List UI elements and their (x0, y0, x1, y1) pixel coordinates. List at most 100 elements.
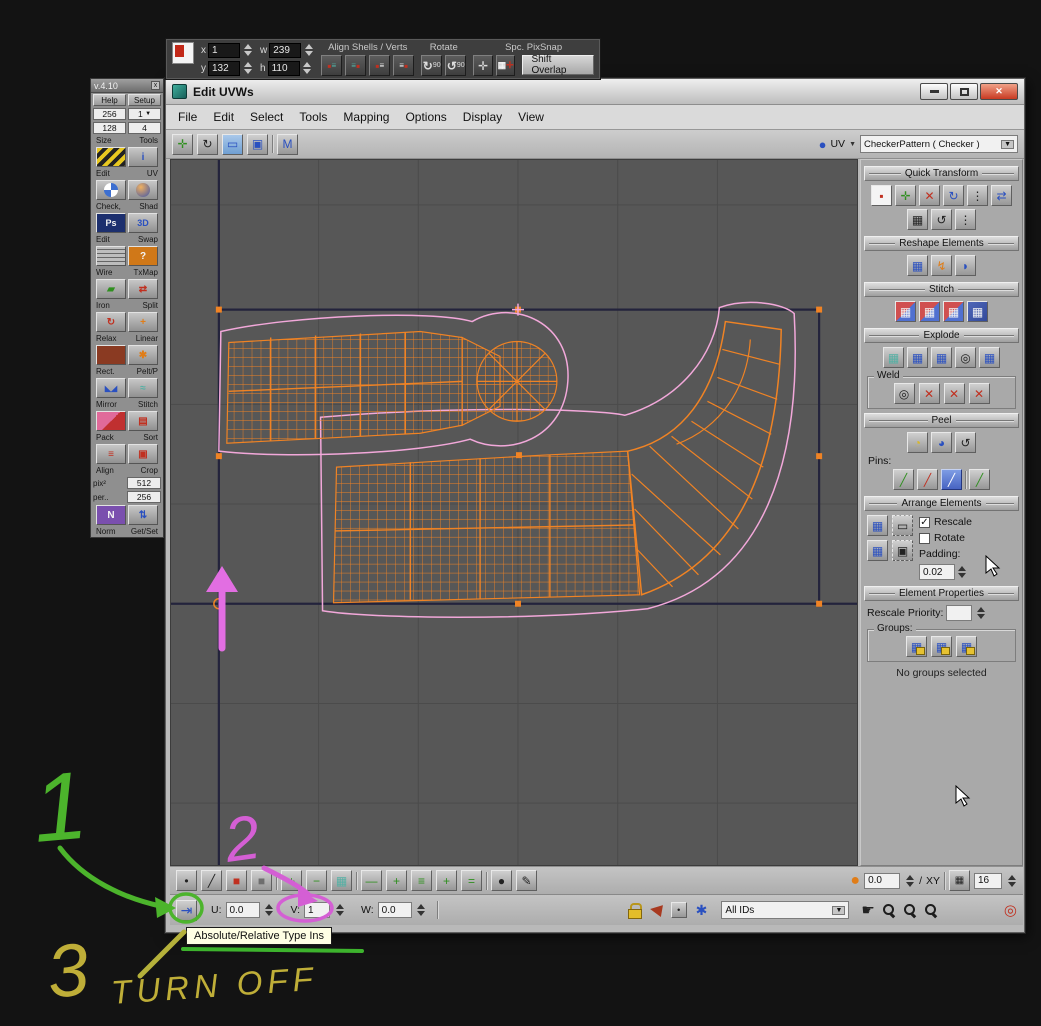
smooth-button[interactable]: ◗ (955, 255, 976, 276)
minimize-button[interactable] (920, 83, 948, 100)
stitch-average-button[interactable]: ▦ (919, 301, 940, 322)
padding-spinner[interactable] (956, 564, 967, 580)
window-titlebar[interactable]: Edit UVWs ✕ (166, 79, 1024, 105)
size-menu[interactable]: Size (96, 136, 112, 145)
tools-menu[interactable]: Tools (139, 136, 158, 145)
zoom-region-icon[interactable] (903, 903, 917, 917)
w-field[interactable]: 239 (269, 42, 302, 58)
info-icon[interactable]: i (128, 147, 158, 167)
shaded-sphere-icon[interactable] (128, 180, 158, 200)
uv-3d-swap-icon[interactable]: 3D (128, 213, 158, 233)
pin-clear-button[interactable]: ╱ (969, 469, 990, 490)
v-field[interactable]: 1 (304, 902, 331, 918)
close-button[interactable]: ✕ (980, 83, 1018, 100)
falloff-equal-button[interactable]: = (461, 870, 482, 891)
qt-box-button[interactable]: ▦ (907, 209, 928, 230)
stitch-target-button[interactable]: ▦ (967, 301, 988, 322)
section-header-reshape-elements[interactable]: Reshape Elements (864, 236, 1019, 251)
pack-region-button[interactable]: ▭ (892, 515, 913, 536)
rescale-priority-field[interactable] (946, 605, 973, 621)
group-delete-button[interactable]: ▦ (956, 636, 977, 657)
section-header-peel[interactable]: Peel (864, 413, 1019, 428)
weld-selected-button[interactable]: ✕ (918, 383, 940, 404)
pin-tool-button[interactable]: ╱ (941, 469, 962, 490)
mirror-tool-button[interactable]: M (277, 133, 298, 155)
rotate-ccw-90-button[interactable]: ↺ 90 (445, 55, 467, 76)
iron-icon[interactable]: ▰ (96, 279, 126, 299)
get-set-icon[interactable]: ⇅ (128, 505, 158, 525)
section-header-arrange-elements[interactable]: Arrange Elements (864, 496, 1019, 511)
uv-channel-dropdown-arrow[interactable]: ▼ (849, 141, 856, 148)
group-select-button[interactable]: ▦ (931, 636, 952, 657)
edge-mode-button[interactable]: ╱ (201, 870, 222, 891)
pin-filter-button[interactable]: • (670, 902, 687, 918)
explode-faces-button[interactable]: ▦ (979, 347, 1000, 368)
qt-align-h-button[interactable]: ⇄ (991, 185, 1012, 206)
stitch-custom-button[interactable]: ▦ (895, 301, 916, 322)
align-shells-left-button[interactable]: ▪ ≡ (321, 55, 343, 76)
w-spinner[interactable] (416, 902, 427, 918)
normal-map-icon[interactable]: N (96, 505, 126, 525)
horn-icon[interactable] (648, 903, 663, 917)
h-spinner[interactable] (302, 60, 313, 76)
w-field[interactable]: 0.0 (377, 902, 412, 918)
freeform-tool-button[interactable]: ▣ (247, 133, 268, 155)
menu-select[interactable]: Select (242, 107, 291, 127)
face-mode-button[interactable]: ■ (226, 870, 247, 891)
pack-full-button[interactable]: ▣ (892, 540, 913, 561)
lock-selection-icon[interactable] (627, 903, 642, 919)
pack-icon[interactable] (96, 411, 126, 431)
zoom-extents-icon[interactable] (924, 903, 938, 917)
uv-canvas[interactable] (170, 159, 858, 866)
pixsnap-spacing-button[interactable]: ✛ (473, 55, 493, 76)
falloff-curve-button[interactable]: ≡ (411, 870, 432, 891)
shift-overlap-button[interactable]: Shift Overlap (522, 54, 595, 76)
x-field[interactable]: 1 (208, 42, 240, 58)
mirror-icon[interactable]: ◣◢ (96, 378, 126, 398)
pivot-button[interactable]: ▪ (871, 185, 892, 206)
flatten-by-id-button[interactable]: ▦ (907, 347, 928, 368)
menu-options[interactable]: Options (397, 107, 454, 127)
menu-mapping[interactable]: Mapping (335, 107, 397, 127)
target-weld-button[interactable]: ◎ (893, 383, 915, 404)
material-id-dropdown[interactable]: All IDs ▼ (721, 901, 850, 919)
maximize-button[interactable] (950, 83, 978, 100)
paint-brush-button[interactable]: ✎ (516, 870, 537, 891)
v-spinner[interactable] (334, 902, 345, 918)
qt-space-v-button[interactable]: ⋮ (967, 185, 988, 206)
element-mode-button[interactable]: ■ (251, 870, 272, 891)
move-tool-button[interactable]: ✛ (172, 133, 193, 155)
flatten-by-group-button[interactable]: ▦ (883, 347, 904, 368)
weld-edges-button[interactable]: ✕ (968, 383, 990, 404)
rescale-checkbox[interactable]: ✓ (919, 516, 930, 528)
falloff-space-label[interactable]: XY (926, 875, 940, 887)
pack-normalize-button[interactable]: ▦ (867, 515, 888, 536)
pan-hand-icon[interactable]: ☛ (861, 901, 874, 919)
wire-icon[interactable] (96, 246, 126, 266)
subdiv-dropdown[interactable]: 1 ▼ (128, 108, 161, 120)
menu-file[interactable]: File (170, 107, 205, 127)
rotate-cw-90-button[interactable]: ↻ 90 (421, 55, 443, 76)
zoom-to-selection-icon[interactable]: ◎ (1004, 902, 1017, 919)
shrink-selection-button[interactable]: − (306, 870, 327, 891)
align-verts-left-button[interactable]: ▪ ≡ (369, 55, 391, 76)
loop-selection-button[interactable]: ▦ (331, 870, 352, 891)
w-spinner[interactable] (303, 42, 314, 58)
u-field[interactable]: 0.0 (225, 902, 260, 918)
falloff-grow-button[interactable]: + (386, 870, 407, 891)
pelt-icon[interactable]: ✱ (128, 345, 158, 365)
menu-view[interactable]: View (510, 107, 552, 127)
vertex-mode-button[interactable]: • (176, 870, 197, 891)
absolute-relative-toggle-button[interactable]: ⇥ (176, 899, 197, 921)
rotate-checkbox[interactable] (919, 532, 930, 544)
falloff-amount-field[interactable]: 0.0 (864, 872, 901, 889)
freeze-snowflake-icon[interactable]: ✱ (696, 902, 708, 919)
textools-titlebar[interactable]: v.4.10 x (91, 79, 163, 93)
y-spinner[interactable] (242, 60, 253, 76)
section-header-explode[interactable]: Explode (864, 328, 1019, 343)
padding-field[interactable]: 0.02 (919, 564, 955, 580)
rotate-tool-button[interactable]: ↻ (197, 133, 218, 155)
qt-rotate-cw-button[interactable]: ↻ (943, 185, 964, 206)
crop-icon[interactable]: ▣ (128, 444, 158, 464)
subdiv2-field[interactable]: 4 (128, 122, 161, 134)
